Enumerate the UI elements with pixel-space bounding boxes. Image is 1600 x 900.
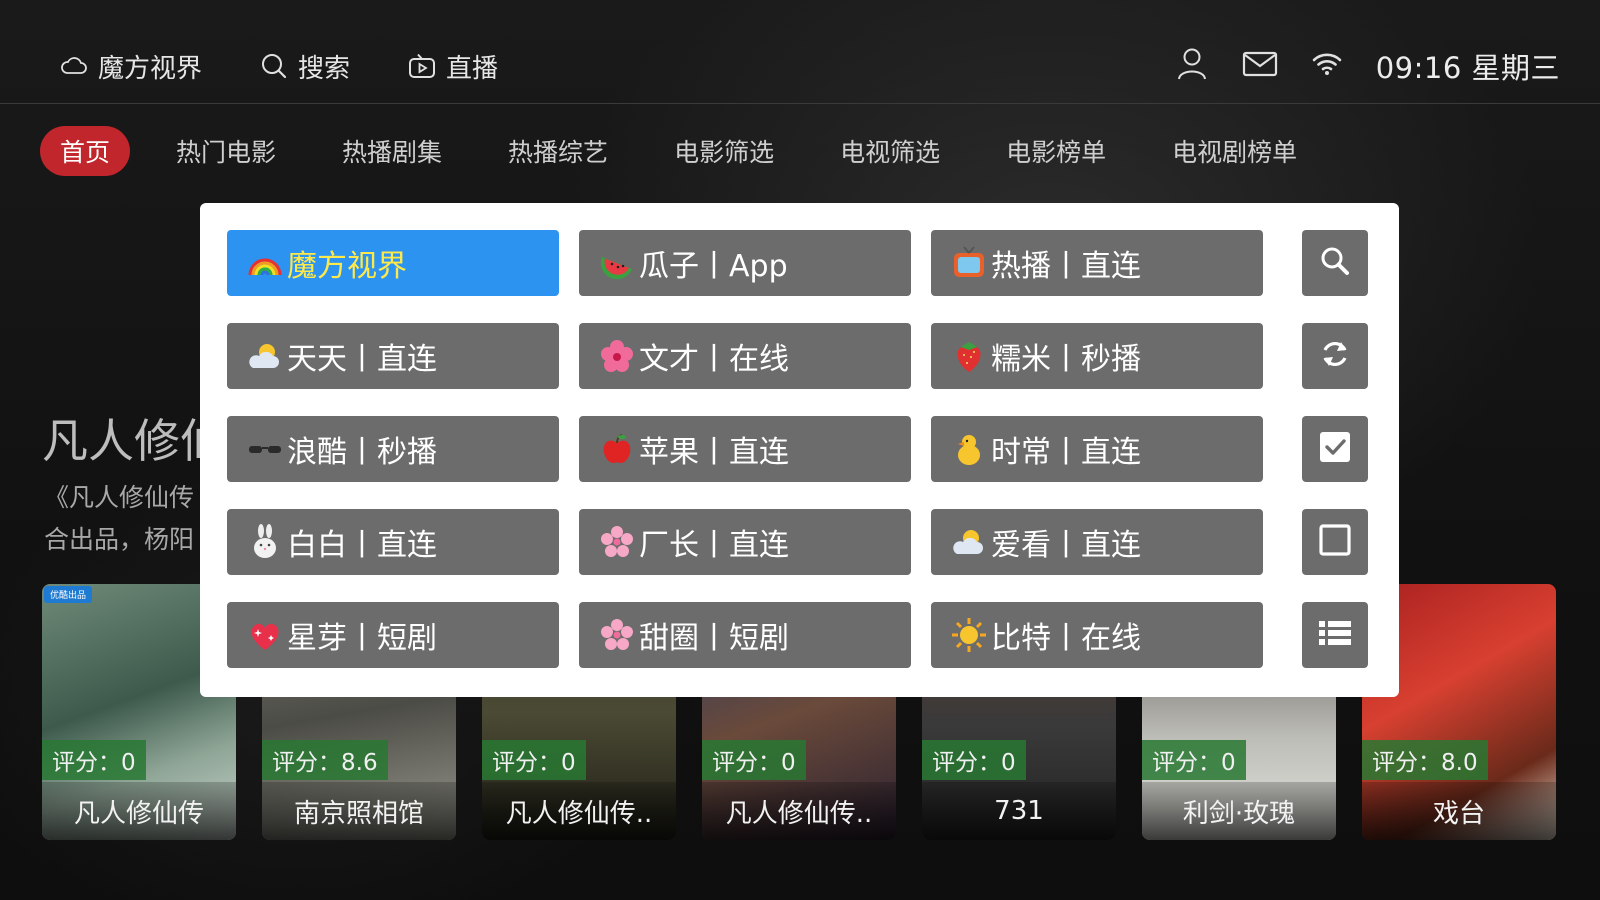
select-all-button[interactable] — [1302, 416, 1368, 482]
live-button[interactable]: 直播 — [408, 44, 498, 88]
wifi-icon — [1312, 52, 1342, 80]
rating-badge: 评分：0 — [702, 740, 806, 780]
tab-movie-ranking[interactable]: 电影榜单 — [986, 126, 1126, 176]
rabbit-icon — [247, 524, 283, 560]
source-label: 星芽丨短剧 — [287, 621, 437, 656]
search-icon — [260, 52, 288, 80]
source-button-guazi[interactable]: 瓜子丨App — [579, 230, 911, 296]
producer-badge: 优酷出品 — [44, 586, 93, 603]
mail-icon[interactable] — [1242, 51, 1278, 81]
sun-cloud-icon — [247, 338, 283, 374]
cloud-icon — [60, 55, 88, 77]
hibiscus-icon — [599, 338, 635, 374]
source-label: 魔方视界 — [287, 249, 407, 284]
source-button-aikan[interactable]: 爱看丨直连 — [931, 509, 1263, 575]
top-bar: 魔方视界 搜索 直播 09:16 星期三 — [0, 0, 1600, 104]
source-button-shichang[interactable]: 时常丨直连 — [931, 416, 1263, 482]
rainbow-icon — [247, 245, 283, 281]
source-label: 热播丨直连 — [991, 249, 1141, 284]
list-icon — [1319, 619, 1351, 651]
rating-badge: 评分：0 — [482, 740, 586, 780]
source-label: 甜圈丨短剧 — [639, 621, 789, 656]
poster-title: 南京照相馆 — [262, 782, 456, 840]
sparkling-heart-icon — [247, 617, 283, 653]
tab-hot-variety[interactable]: 热播综艺 — [488, 126, 628, 176]
user-icon[interactable] — [1176, 47, 1208, 85]
source-button-bite[interactable]: 比特丨在线 — [931, 602, 1263, 668]
watermelon-icon — [599, 245, 635, 281]
search-label: 搜索 — [298, 53, 351, 84]
glasses-icon — [247, 431, 283, 467]
hero-title: 凡人修仙传 — [42, 414, 202, 468]
chick-icon — [951, 431, 987, 467]
tab-home[interactable]: 首页 — [40, 126, 131, 176]
search-button[interactable] — [1302, 230, 1368, 296]
source-label: 爱看丨直连 — [991, 528, 1141, 563]
source-button-mofang[interactable]: 魔方视界 — [227, 230, 559, 296]
source-button-nuomi[interactable]: 糯米丨秒播 — [931, 323, 1263, 389]
refresh-icon — [1319, 338, 1351, 374]
search-icon — [1320, 246, 1350, 280]
source-button-changzhang[interactable]: 厂长丨直连 — [579, 509, 911, 575]
source-button-langku[interactable]: 浪酷丨秒播 — [227, 416, 559, 482]
status-area: 09:16 星期三 — [1176, 44, 1560, 88]
app-home-button[interactable]: 魔方视界 — [60, 44, 202, 88]
source-button-baibai[interactable]: 白白丨直连 — [227, 509, 559, 575]
poster-title: 凡人修仙传.. — [702, 782, 896, 840]
refresh-button[interactable] — [1302, 323, 1368, 389]
tab-hot-series[interactable]: 热播剧集 — [322, 126, 462, 176]
source-button-xingya[interactable]: 星芽丨短剧 — [227, 602, 559, 668]
poster-title: 戏台 — [1362, 782, 1556, 840]
source-button-tianquan[interactable]: 甜圈丨短剧 — [579, 602, 911, 668]
empty-box-icon — [1319, 524, 1351, 560]
cherry-blossom-icon — [599, 617, 635, 653]
source-label: 天天丨直连 — [287, 342, 437, 377]
source-select-dialog: 魔方视界 瓜子丨App 热播丨直连 天天丨直连 文才丨在线 糯米丨秒播 浪酷丨秒… — [200, 203, 1399, 697]
checked-box-icon — [1319, 431, 1351, 467]
list-view-button[interactable] — [1302, 602, 1368, 668]
source-label: 苹果丨直连 — [639, 435, 789, 470]
apple-icon — [599, 431, 635, 467]
rating-badge: 评分：8.0 — [1362, 740, 1488, 780]
source-label: 白白丨直连 — [287, 528, 437, 563]
rating-badge: 评分：0 — [922, 740, 1026, 780]
hero-description-line: 《凡人修仙传 — [44, 483, 195, 512]
live-tv-icon — [408, 53, 436, 79]
poster-title: 731 — [922, 782, 1116, 840]
sun-icon — [951, 617, 987, 653]
strawberry-icon — [951, 338, 987, 374]
source-button-tiantian[interactable]: 天天丨直连 — [227, 323, 559, 389]
search-button[interactable]: 搜索 — [260, 44, 350, 88]
poster-title: 凡人修仙传.. — [482, 782, 676, 840]
source-label: 糯米丨秒播 — [991, 342, 1141, 377]
tab-movie-filter[interactable]: 电影筛选 — [654, 126, 794, 176]
source-button-pingguo[interactable]: 苹果丨直连 — [579, 416, 911, 482]
rating-badge: 评分：0 — [42, 740, 146, 780]
tab-tv-filter[interactable]: 电视筛选 — [820, 126, 960, 176]
source-label: 厂长丨直连 — [639, 528, 789, 563]
deselect-all-button[interactable] — [1302, 509, 1368, 575]
tab-hot-movies[interactable]: 热门电影 — [156, 126, 296, 176]
cherry-blossom-icon — [599, 524, 635, 560]
sun-cloud-icon — [951, 524, 987, 560]
poster-title: 利剑·玫瑰 — [1142, 782, 1336, 840]
source-label: 时常丨直连 — [991, 435, 1141, 470]
hero-description-line: 合出品，杨阳 — [44, 525, 195, 554]
app-title: 魔方视界 — [98, 53, 203, 84]
tab-tv-ranking[interactable]: 电视剧榜单 — [1152, 126, 1317, 176]
source-label: 浪酷丨秒播 — [287, 435, 437, 470]
source-button-wencai[interactable]: 文才丨在线 — [579, 323, 911, 389]
poster-title: 凡人修仙传 — [42, 782, 236, 840]
source-label: 比特丨在线 — [991, 621, 1141, 656]
rating-badge: 评分：8.6 — [262, 740, 388, 780]
category-tabs: 首页 热门电影 热播剧集 热播综艺 电影筛选 电视筛选 电影榜单 电视剧榜单 — [40, 126, 1343, 176]
source-button-rebo[interactable]: 热播丨直连 — [931, 230, 1263, 296]
live-label: 直播 — [446, 53, 499, 84]
tv-icon — [951, 245, 987, 281]
source-label: 文才丨在线 — [639, 342, 789, 377]
source-label: 瓜子丨App — [639, 249, 788, 284]
rating-badge: 评分：0 — [1142, 740, 1246, 780]
clock: 09:16 星期三 — [1375, 51, 1560, 85]
